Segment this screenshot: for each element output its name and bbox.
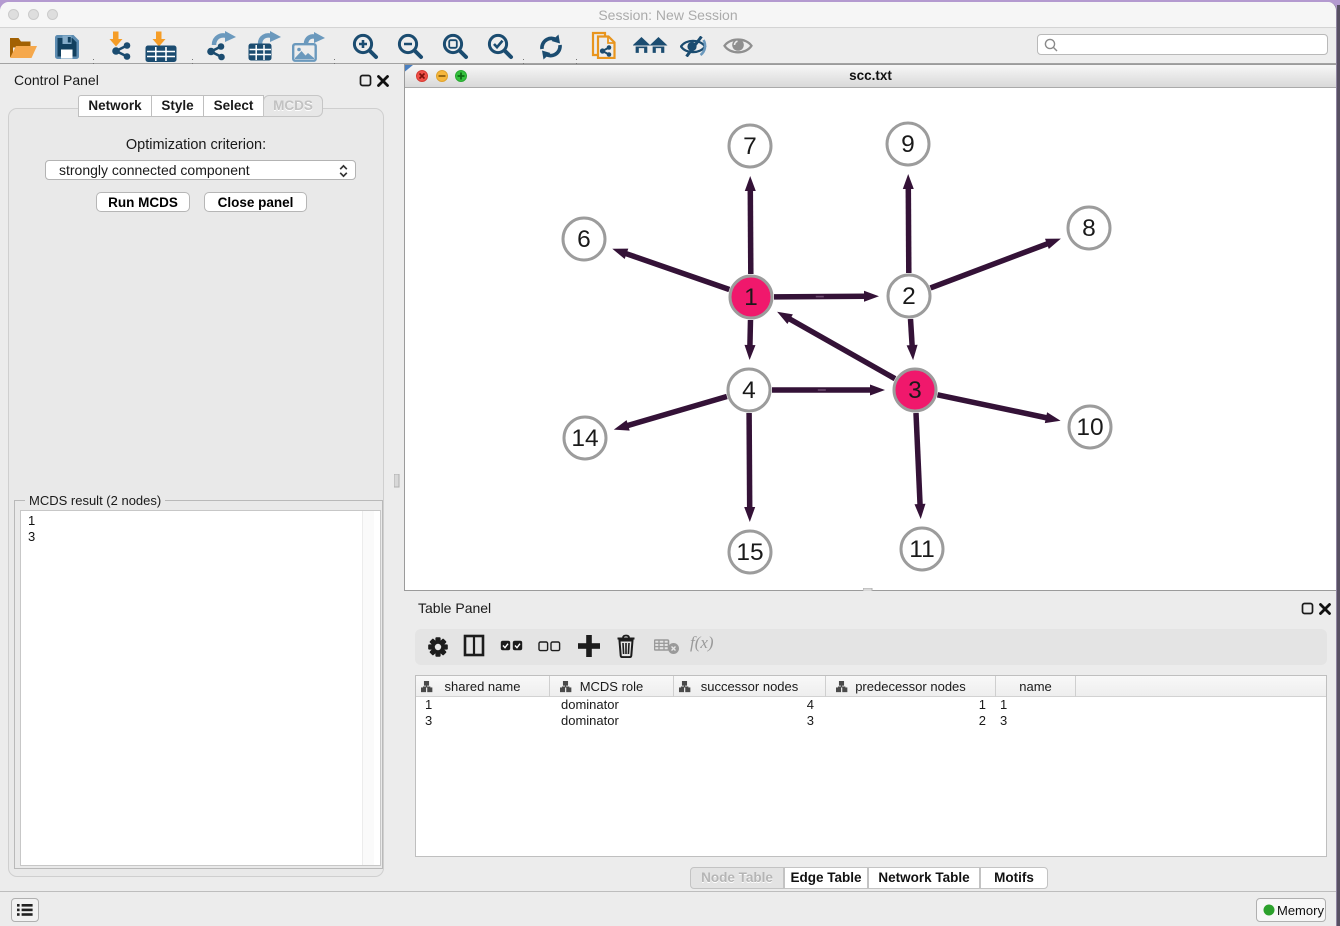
svg-text:4: 4 bbox=[742, 377, 756, 404]
svg-text:15: 15 bbox=[736, 539, 763, 566]
svg-text:6: 6 bbox=[577, 226, 591, 253]
svg-text:8: 8 bbox=[1082, 215, 1096, 242]
svg-text:11: 11 bbox=[909, 536, 934, 563]
svg-text:2: 2 bbox=[902, 283, 916, 310]
svg-text:9: 9 bbox=[901, 131, 915, 158]
svg-text:14: 14 bbox=[571, 425, 598, 452]
svg-text:1: 1 bbox=[744, 284, 758, 311]
svg-text:7: 7 bbox=[743, 133, 757, 160]
svg-text:10: 10 bbox=[1076, 414, 1103, 441]
svg-text:3: 3 bbox=[908, 377, 922, 404]
